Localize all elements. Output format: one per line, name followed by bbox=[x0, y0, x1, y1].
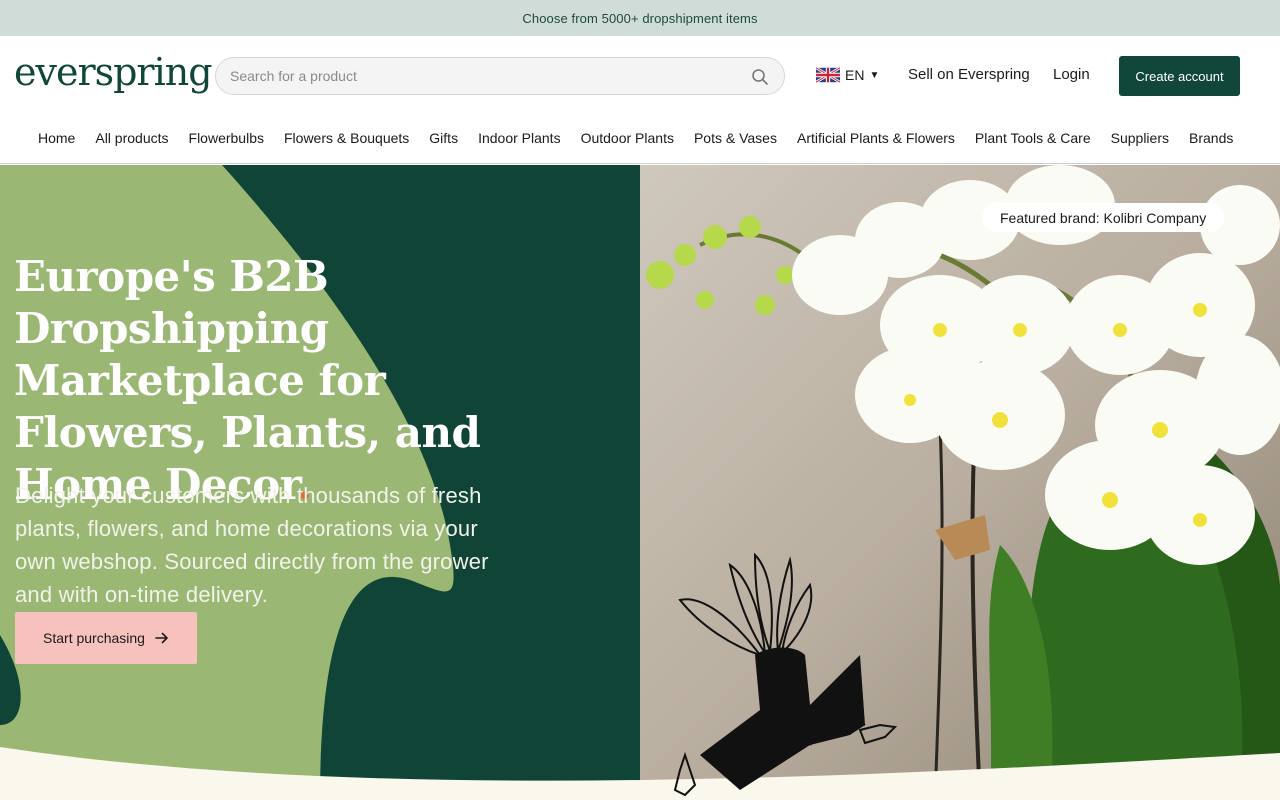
announcement-bar: Choose from 5000+ dropshipment items bbox=[0, 0, 1280, 36]
search-icon[interactable] bbox=[750, 67, 770, 87]
search-bar bbox=[215, 57, 785, 95]
nav-item-flowers-bouquets[interactable]: Flowers & Bouquets bbox=[274, 130, 419, 146]
nav-item-pots-vases[interactable]: Pots & Vases bbox=[684, 130, 787, 146]
language-selector[interactable]: EN ▼ bbox=[816, 66, 879, 84]
featured-brand-badge[interactable]: Featured brand: Kolibri Company bbox=[982, 203, 1225, 232]
nav-item-indoor-plants[interactable]: Indoor Plants bbox=[468, 130, 571, 146]
nav-item-flowerbulbs[interactable]: Flowerbulbs bbox=[179, 130, 274, 146]
site-header: everspring EN ▼ Sell on Everspring Login… bbox=[0, 36, 1280, 116]
announcement-text: Choose from 5000+ dropshipment items bbox=[522, 10, 758, 26]
create-account-button[interactable]: Create account bbox=[1119, 56, 1240, 96]
hero-section: Europe's B2B Dropshipping Marketplace fo… bbox=[0, 165, 1280, 800]
language-code: EN bbox=[845, 67, 865, 83]
nav-item-all-products[interactable]: All products bbox=[85, 130, 178, 146]
pot-illustration bbox=[673, 552, 898, 797]
logo[interactable]: everspring bbox=[14, 50, 213, 94]
sell-link[interactable]: Sell on Everspring bbox=[908, 66, 1030, 83]
nav-item-home[interactable]: Home bbox=[28, 130, 85, 146]
nav-item-artificial-plants[interactable]: Artificial Plants & Flowers bbox=[787, 130, 965, 146]
login-link[interactable]: Login bbox=[1053, 66, 1090, 83]
nav-item-outdoor-plants[interactable]: Outdoor Plants bbox=[571, 130, 684, 146]
search-input[interactable] bbox=[230, 58, 740, 94]
nav-item-suppliers[interactable]: Suppliers bbox=[1101, 130, 1179, 146]
nav-item-brands[interactable]: Brands bbox=[1179, 130, 1243, 146]
nav-item-plant-tools[interactable]: Plant Tools & Care bbox=[965, 130, 1101, 146]
category-nav: Home All products Flowerbulbs Flowers & … bbox=[0, 116, 1280, 164]
nav-item-gifts[interactable]: Gifts bbox=[419, 130, 468, 146]
uk-flag-icon bbox=[816, 66, 840, 84]
hero-wave bbox=[0, 747, 1280, 800]
caret-down-icon: ▼ bbox=[869, 69, 880, 81]
